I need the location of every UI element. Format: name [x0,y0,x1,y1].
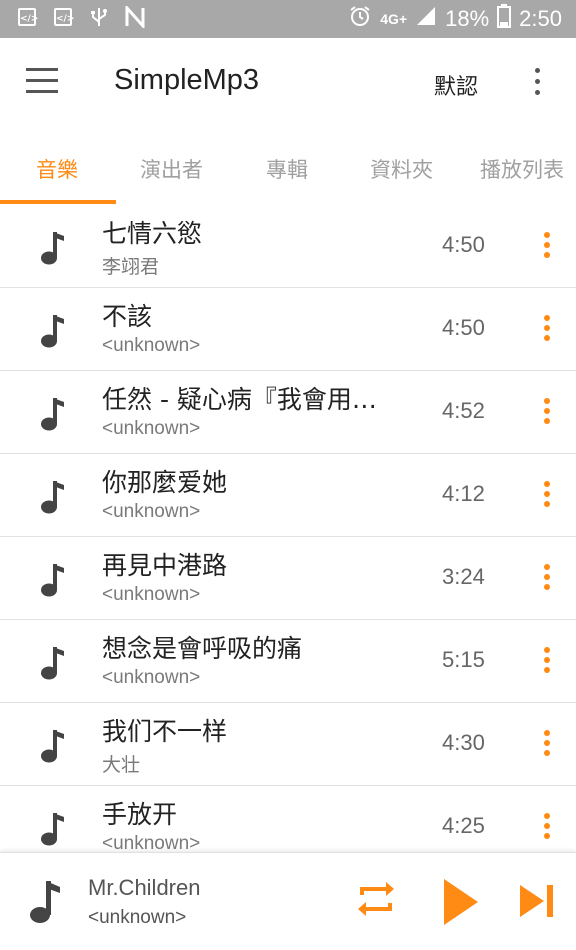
song-duration: 4:50 [442,315,485,340]
more-vert-icon[interactable] [540,398,554,428]
song-list: 七情六慾李翊君 4:50 不該 <unknown> 4:50 任然 - 疑心病『我會用… <… [0,204,576,852]
music-note-icon [40,479,66,515]
more-vert-icon[interactable] [540,232,554,262]
song-row[interactable]: 再見中港路 <unknown> 3:24 [0,536,576,620]
default-sort-button[interactable]: 默認 [434,69,478,101]
skip-next-icon[interactable] [518,883,556,919]
song-duration: 4:30 [442,730,485,755]
signal-icon [415,5,437,33]
tab-folders[interactable]: 資料夾 [370,154,433,184]
code-notification-icon: </> [16,6,38,28]
song-row[interactable]: 想念是會呼吸的痛 <unknown> 5:15 [0,619,576,703]
music-note-icon [40,562,66,598]
menu-icon[interactable] [26,68,60,98]
play-icon[interactable] [440,877,480,927]
tab-playlists[interactable]: 播放列表 [480,154,564,184]
song-duration: 4:50 [442,232,485,257]
song-title: 想念是會呼吸的痛 [102,634,303,663]
song-artist: <unknown> [102,501,201,522]
now-playing-artist: <unknown> [88,907,187,928]
song-title: 七情六慾 [102,219,203,248]
app-bar: SimpleMp3 默認 [0,38,576,130]
song-artist: <unknown> [102,335,201,356]
code-notification-icon-2: </> [52,6,74,28]
song-duration: 4:25 [442,813,485,838]
music-note-icon [40,230,66,266]
song-artist: <unknown> [102,584,201,605]
music-note-icon [40,645,66,681]
tab-artists[interactable]: 演出者 [140,154,203,184]
status-bar: </> </> 4G+ 18% 2:50 [0,0,576,38]
now-playing-bar[interactable]: Mr.Children <unknown> [0,852,576,950]
more-vert-icon[interactable] [540,647,554,677]
song-duration: 5:15 [442,647,485,672]
more-vert-icon[interactable] [540,813,554,843]
battery-icon [497,4,512,34]
music-note-icon [40,811,66,847]
more-vert-icon[interactable] [540,730,554,760]
song-artist: <unknown> [102,418,201,439]
repeat-icon[interactable] [354,877,398,921]
song-artist: 李翊君 [102,257,160,278]
song-title: 我们不一样 [102,717,228,746]
more-vert-icon[interactable] [540,481,554,511]
song-duration: 4:52 [442,398,485,423]
music-note-icon [40,396,66,432]
usb-icon [88,6,110,28]
music-note-icon [40,728,66,764]
song-artist: 大壮 [102,755,141,776]
song-row[interactable]: 手放开 <unknown> 4:25 [0,785,576,852]
song-row[interactable]: 你那麼爱她 <unknown> 4:12 [0,453,576,537]
overflow-icon[interactable] [530,68,544,102]
tab-music[interactable]: 音樂 [36,154,78,184]
song-row[interactable]: 任然 - 疑心病『我會用… <unknown> 4:52 [0,370,576,454]
song-title: 手放开 [102,800,178,829]
song-title: 再見中港路 [102,551,228,580]
clock: 2:50 [519,6,562,31]
alarm-icon [348,4,372,34]
song-row[interactable]: 我们不一样大壮 4:30 [0,702,576,786]
music-note-icon [40,313,66,349]
app-title: SimpleMp3 [114,64,260,96]
now-playing-title: Mr.Children [88,875,201,900]
song-artist: <unknown> [102,833,201,852]
more-vert-icon[interactable] [540,564,554,594]
battery-percent: 18% [445,6,490,31]
song-row[interactable]: 不該 <unknown> 4:50 [0,287,576,371]
song-title: 你那麼爱她 [102,468,228,497]
song-title: 任然 - 疑心病『我會用… [102,385,377,414]
song-duration: 3:24 [442,564,485,589]
more-vert-icon[interactable] [540,315,554,345]
tab-bar: 音樂 演出者 專輯 資料夾 播放列表 [0,130,576,204]
n-notification-icon [124,6,146,28]
network-type: 4G+ [380,11,408,27]
song-row[interactable]: 七情六慾李翊君 4:50 [0,204,576,288]
song-title: 不該 [102,302,153,331]
music-note-icon [30,881,60,923]
tab-albums[interactable]: 專輯 [266,154,308,184]
song-artist: <unknown> [102,667,201,688]
song-duration: 4:12 [442,481,485,506]
